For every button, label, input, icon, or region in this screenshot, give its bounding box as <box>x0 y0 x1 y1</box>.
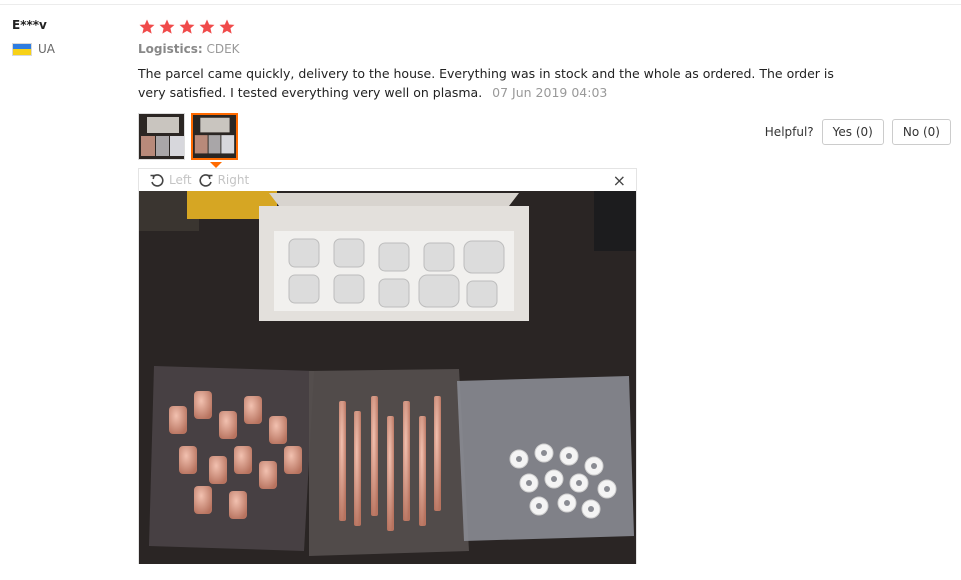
review-text-block: The parcel came quickly, delivery to the… <box>138 64 838 102</box>
helpful-no-button[interactable]: No (0) <box>891 119 951 145</box>
star-icon <box>159 19 175 34</box>
review-photo <box>139 191 636 564</box>
star-icon <box>179 19 195 34</box>
photo-thumbnail-active[interactable] <box>191 113 238 160</box>
rating-stars <box>138 18 953 36</box>
star-icon <box>139 19 155 34</box>
rotate-left-label: Left <box>169 173 192 187</box>
rotate-left-button[interactable]: Left <box>149 172 192 188</box>
review-text: The parcel came quickly, delivery to the… <box>138 66 834 100</box>
star-icon <box>199 19 215 34</box>
close-icon[interactable]: × <box>613 171 626 190</box>
reviewer-country: UA <box>12 42 55 56</box>
thumbnail-image <box>193 115 236 158</box>
rotate-right-icon <box>199 174 213 187</box>
logistics-label: Logistics: <box>138 42 203 56</box>
flag-icon <box>12 42 32 56</box>
rotate-right-button[interactable]: Right <box>198 172 250 188</box>
helpful-section: Helpful? Yes (0) No (0) <box>765 119 951 145</box>
photo-viewer: Left Right × <box>138 168 637 564</box>
viewer-toolbar: Left Right × <box>139 169 636 191</box>
logistics-value: CDEK <box>206 42 240 56</box>
photo-thumbnails <box>138 113 238 160</box>
star-icon <box>219 19 235 34</box>
rotate-right-label: Right <box>217 173 250 187</box>
helpful-label: Helpful? <box>764 125 814 139</box>
rotate-left-icon <box>150 174 164 187</box>
review-date: 07 Jun 2019 04:03 <box>492 85 608 100</box>
photo-thumbnail[interactable] <box>138 113 185 160</box>
review-body: Logistics: CDEK The parcel came quickly,… <box>138 18 953 102</box>
country-code: UA <box>38 42 55 56</box>
helpful-yes-button[interactable]: Yes (0) <box>821 119 884 145</box>
thumbnail-image <box>139 114 184 159</box>
reviewer-name: E***v <box>12 18 47 32</box>
divider <box>0 4 961 5</box>
logistics-info: Logistics: CDEK <box>138 42 953 56</box>
reviewer-info: E***v UA <box>12 18 55 56</box>
